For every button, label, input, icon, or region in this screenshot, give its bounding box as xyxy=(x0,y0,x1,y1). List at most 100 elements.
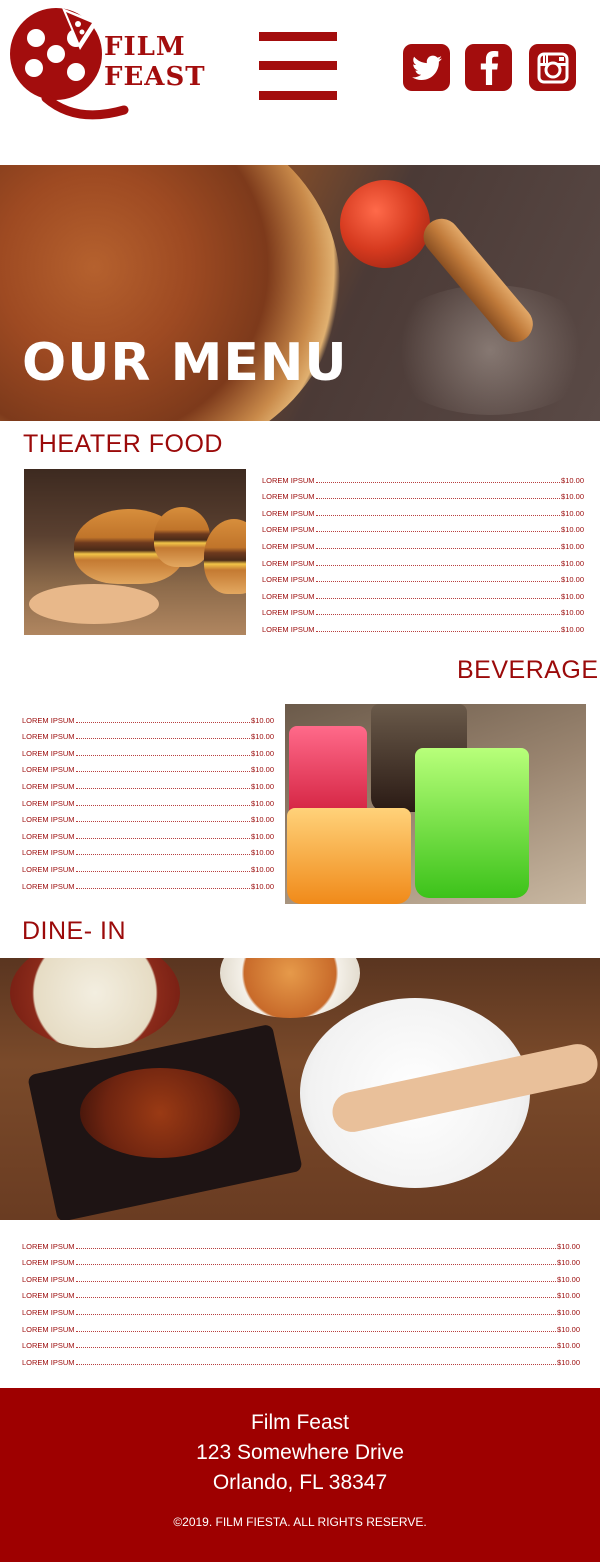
menu-item-price: $10.00 xyxy=(251,715,274,725)
menu-item[interactable]: LOREM IPSUM $10.00 xyxy=(22,1351,580,1368)
menu-item[interactable]: LOREM IPSUM $10.00 xyxy=(22,709,274,726)
menu-item-price: $10.00 xyxy=(561,608,584,618)
menu-item-leader xyxy=(75,804,251,806)
menu-item[interactable]: LOREM IPSUM $10.00 xyxy=(262,618,584,635)
logo-wordmark: FILM FEAST xyxy=(104,32,206,92)
site-header: FILM FEAST xyxy=(0,0,600,165)
menu-item-name: LOREM IPSUM xyxy=(262,508,315,518)
menu-item-name: LOREM IPSUM xyxy=(22,1291,75,1301)
menu-item-leader xyxy=(75,1297,557,1299)
menu-item[interactable]: LOREM IPSUM $10.00 xyxy=(22,875,274,892)
twitter-link[interactable] xyxy=(403,44,450,91)
site-footer: Film Feast 123 Somewhere Drive Orlando, … xyxy=(0,1388,600,1562)
menu-item-name: LOREM IPSUM xyxy=(262,492,315,502)
menu-item-price: $10.00 xyxy=(251,798,274,808)
menu-item-price: $10.00 xyxy=(561,492,584,502)
footer-business-name: Film Feast xyxy=(250,1411,349,1434)
menu-item[interactable]: LOREM IPSUM $10.00 xyxy=(262,469,584,486)
menu-item[interactable]: LOREM IPSUM $10.00 xyxy=(22,825,274,842)
menu-item-leader xyxy=(75,771,251,773)
menu-item[interactable]: LOREM IPSUM $10.00 xyxy=(262,569,584,586)
menu-item-price: $10.00 xyxy=(561,591,584,601)
hamburger-icon-bar xyxy=(259,61,337,70)
menu-item[interactable]: LOREM IPSUM $10.00 xyxy=(22,1301,580,1318)
menu-item-name: LOREM IPSUM xyxy=(262,558,315,568)
menu-item-price: $10.00 xyxy=(561,558,584,568)
menu-item-name: LOREM IPSUM xyxy=(22,715,75,725)
menu-item-name: LOREM IPSUM xyxy=(262,575,315,585)
menu-item[interactable]: LOREM IPSUM $10.00 xyxy=(22,726,274,743)
hamburger-icon-bar xyxy=(259,32,337,41)
menu-item-leader xyxy=(315,531,561,533)
menu-item-name: LOREM IPSUM xyxy=(22,798,75,808)
menu-item[interactable]: LOREM IPSUM $10.00 xyxy=(262,519,584,536)
menu-item-name: LOREM IPSUM xyxy=(22,815,75,825)
logo-line-2: FEAST xyxy=(104,62,206,92)
logo-line-1: FILM xyxy=(104,32,186,62)
menu-item[interactable]: LOREM IPSUM $10.00 xyxy=(22,792,274,809)
menu-item[interactable]: LOREM IPSUM $10.00 xyxy=(22,742,274,759)
menu-item[interactable]: LOREM IPSUM $10.00 xyxy=(262,486,584,503)
menu-item-leader xyxy=(315,481,561,483)
menu-item[interactable]: LOREM IPSUM $10.00 xyxy=(22,1268,580,1285)
menu-item-leader xyxy=(75,1347,557,1349)
facebook-link[interactable] xyxy=(465,44,512,91)
twitter-icon xyxy=(411,55,442,80)
menu-item-price: $10.00 xyxy=(557,1274,580,1284)
menu-item-leader xyxy=(315,614,561,616)
menu-item[interactable]: LOREM IPSUM $10.00 xyxy=(22,775,274,792)
menu-item[interactable]: LOREM IPSUM $10.00 xyxy=(262,602,584,619)
menu-item[interactable]: LOREM IPSUM $10.00 xyxy=(22,1285,580,1302)
menu-item-name: LOREM IPSUM xyxy=(22,781,75,791)
menu-item-name: LOREM IPSUM xyxy=(262,624,315,634)
menu-item-name: LOREM IPSUM xyxy=(22,831,75,841)
menu-item-leader xyxy=(75,1330,557,1332)
menu-item[interactable]: LOREM IPSUM $10.00 xyxy=(262,502,584,519)
menu-item-leader xyxy=(75,870,251,872)
facebook-icon xyxy=(480,50,498,85)
menu-item[interactable]: LOREM IPSUM $10.00 xyxy=(22,858,274,875)
menu-item-price: $10.00 xyxy=(557,1357,580,1367)
menu-item[interactable]: LOREM IPSUM $10.00 xyxy=(22,1318,580,1335)
menu-item[interactable]: LOREM IPSUM $10.00 xyxy=(22,809,274,826)
film-feast-logo[interactable]: FILM FEAST xyxy=(6,2,206,122)
menu-item-price: $10.00 xyxy=(251,765,274,775)
theater-food-menu-list: LOREM IPSUM $10.00 LOREM IPSUM $10.00 LOREM … xyxy=(262,469,584,635)
menu-item[interactable]: LOREM IPSUM $10.00 xyxy=(262,535,584,552)
menu-item[interactable]: LOREM IPSUM $10.00 xyxy=(22,1335,580,1352)
menu-item-leader xyxy=(315,547,561,549)
dine-in-image xyxy=(0,958,600,1220)
menu-item-price: $10.00 xyxy=(561,525,584,535)
menu-item-name: LOREM IPSUM xyxy=(22,848,75,858)
menu-item-price: $10.00 xyxy=(561,475,584,485)
menu-item-price: $10.00 xyxy=(561,541,584,551)
menu-item-name: LOREM IPSUM xyxy=(22,1241,75,1251)
menu-item[interactable]: LOREM IPSUM $10.00 xyxy=(22,842,274,859)
menu-item[interactable]: LOREM IPSUM $10.00 xyxy=(262,552,584,569)
menu-item-leader xyxy=(75,1313,557,1315)
menu-item-leader xyxy=(75,1247,557,1249)
menu-item-price: $10.00 xyxy=(557,1307,580,1317)
hamburger-menu-button[interactable] xyxy=(259,32,337,102)
menu-item[interactable]: LOREM IPSUM $10.00 xyxy=(22,1252,580,1269)
menu-item-leader xyxy=(315,514,561,516)
menu-item[interactable]: LOREM IPSUM $10.00 xyxy=(22,1235,580,1252)
footer-address-line-2: Orlando, FL 38347 xyxy=(212,1471,388,1494)
instagram-link[interactable] xyxy=(529,44,576,91)
menu-item[interactable]: LOREM IPSUM $10.00 xyxy=(262,585,584,602)
menu-item-price: $10.00 xyxy=(557,1241,580,1251)
footer-address-line-1: 123 Somewhere Drive xyxy=(196,1441,404,1464)
menu-item-leader xyxy=(315,581,561,583)
drinks-image xyxy=(285,704,586,904)
burger-image xyxy=(24,469,246,635)
menu-item-price: $10.00 xyxy=(251,831,274,841)
menu-item-name: LOREM IPSUM xyxy=(22,748,75,758)
menu-item-leader xyxy=(75,1264,557,1266)
menu-item-price: $10.00 xyxy=(251,815,274,825)
menu-item-price: $10.00 xyxy=(557,1324,580,1334)
menu-item[interactable]: LOREM IPSUM $10.00 xyxy=(22,759,274,776)
menu-item-name: LOREM IPSUM xyxy=(22,765,75,775)
menu-item-leader xyxy=(75,854,251,856)
menu-item-price: $10.00 xyxy=(561,575,584,585)
menu-item-name: LOREM IPSUM xyxy=(262,475,315,485)
